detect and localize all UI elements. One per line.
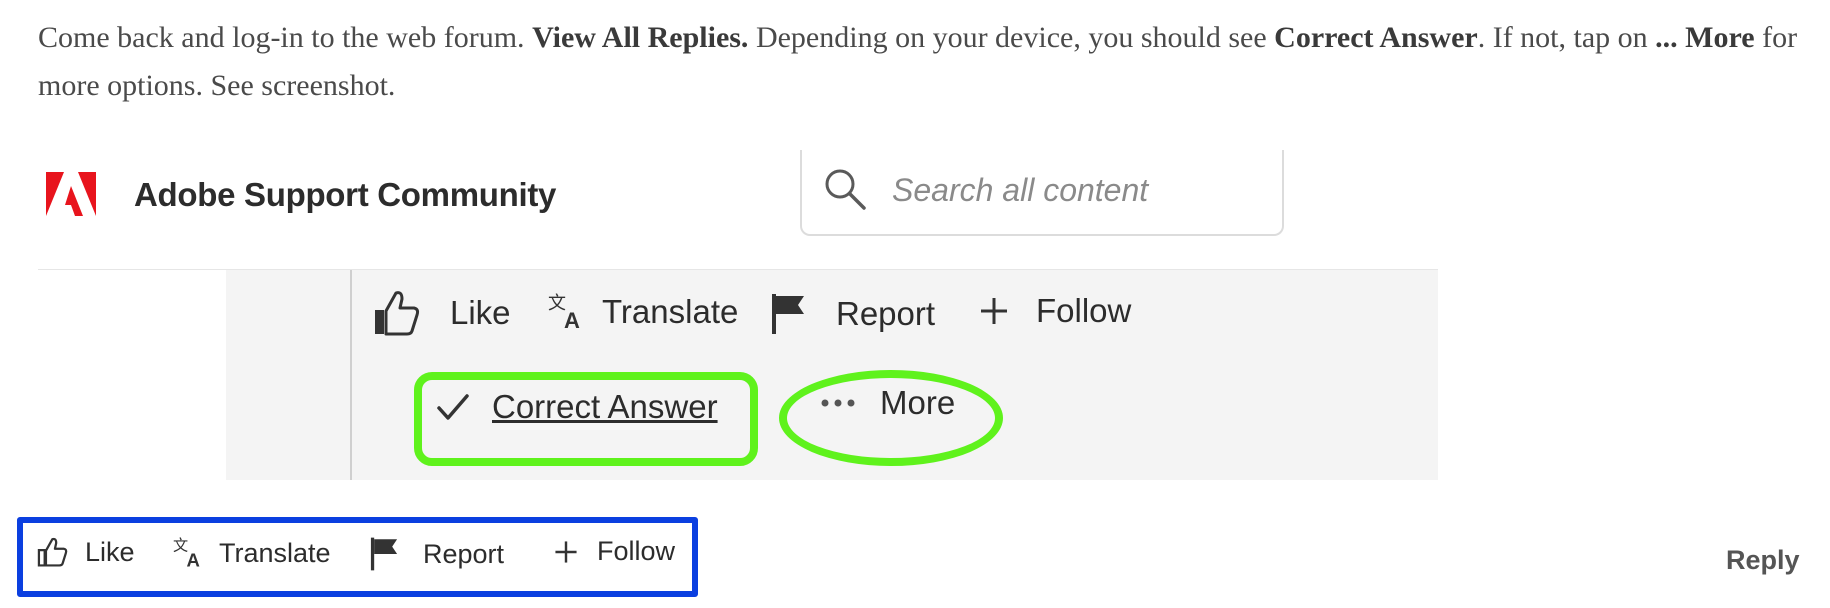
adobe-logo bbox=[46, 172, 96, 216]
instruction-paragraph: Come back and log-in to the web forum. V… bbox=[38, 14, 1818, 110]
follow-button[interactable]: Follow bbox=[978, 292, 1131, 330]
bottom-like-label: Like bbox=[85, 536, 135, 567]
report-label: Report bbox=[836, 295, 936, 332]
bottom-translate-label: Translate bbox=[219, 537, 331, 568]
report-button[interactable]: Report bbox=[770, 292, 935, 336]
like-label: Like bbox=[450, 294, 511, 331]
search-input[interactable]: Search all content bbox=[800, 150, 1284, 236]
instruction-text-2: Depending on your device, you should see bbox=[748, 21, 1275, 54]
translate-label: Translate bbox=[602, 293, 739, 330]
flag-icon bbox=[370, 537, 398, 571]
translate-icon: 文 A bbox=[548, 293, 580, 332]
follow-label: Follow bbox=[1036, 292, 1132, 329]
flag-icon bbox=[772, 294, 804, 334]
thumbs-up-icon bbox=[37, 537, 68, 567]
bottom-like-button[interactable]: Like bbox=[37, 536, 135, 568]
correct-answer-highlight bbox=[414, 372, 758, 466]
thumbs-up-icon bbox=[375, 291, 420, 336]
bottom-follow-label: Follow bbox=[597, 536, 676, 566]
translate-button[interactable]: 文 A Translate bbox=[548, 292, 738, 332]
search-placeholder: Search all content bbox=[892, 172, 1149, 208]
instruction-text-1: Come back and log-in to the web forum. bbox=[38, 21, 533, 54]
like-button[interactable]: Like bbox=[372, 288, 511, 338]
plus-icon bbox=[555, 540, 577, 563]
instruction-more: ... More bbox=[1655, 21, 1755, 54]
translate-icon: 文 A bbox=[173, 536, 200, 570]
search-icon bbox=[825, 169, 866, 210]
zoomed-action-panel: Like 文 A Translate Report Follow Correct… bbox=[226, 270, 1438, 480]
instruction-view-all-replies: View All Replies. bbox=[532, 21, 749, 54]
plus-icon bbox=[981, 298, 1007, 324]
more-highlight bbox=[779, 370, 1003, 466]
reply-button[interactable]: Reply bbox=[1726, 545, 1800, 576]
bottom-translate-button[interactable]: 文 A Translate bbox=[173, 536, 331, 570]
instruction-correct-answer: Correct Answer bbox=[1274, 21, 1478, 54]
community-brand: Adobe Support Community bbox=[134, 176, 557, 213]
instruction-text-3: . If not, tap on bbox=[1477, 21, 1656, 54]
bottom-action-bar-highlight: Like 文 A Translate Report Follow bbox=[17, 517, 698, 597]
bottom-report-label: Report bbox=[423, 538, 505, 569]
svg-text:A: A bbox=[564, 308, 580, 332]
panel-divider bbox=[350, 270, 352, 480]
embedded-screenshot: Adobe Support Community Search all conte… bbox=[38, 150, 1438, 480]
svg-text:A: A bbox=[186, 549, 199, 570]
bottom-follow-button[interactable]: Follow bbox=[553, 536, 675, 567]
bottom-report-button[interactable]: Report bbox=[369, 536, 504, 572]
community-header: Adobe Support Community Search all conte… bbox=[38, 150, 1438, 270]
